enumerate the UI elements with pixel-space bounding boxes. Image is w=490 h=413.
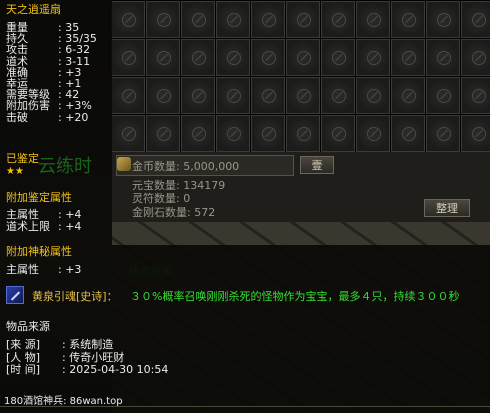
bag-slot[interactable] xyxy=(146,1,180,38)
bag-slot[interactable] xyxy=(286,1,320,38)
bag-slot[interactable] xyxy=(251,1,285,38)
store-button[interactable]: 壹 xyxy=(300,156,334,174)
bag-slot[interactable] xyxy=(356,1,390,38)
bag-slot[interactable] xyxy=(426,115,460,152)
bag-slot[interactable] xyxy=(146,115,180,152)
bag-slot[interactable] xyxy=(391,115,425,152)
sort-button[interactable]: 整理 xyxy=(424,199,470,217)
bag-slot[interactable] xyxy=(181,115,215,152)
bag-slot[interactable] xyxy=(286,77,320,114)
bag-slot[interactable] xyxy=(461,77,490,114)
bag-slot[interactable] xyxy=(181,1,215,38)
bag-slot[interactable] xyxy=(216,1,250,38)
bag-slot[interactable] xyxy=(391,77,425,114)
bag-slot[interactable] xyxy=(216,115,250,152)
bag-slot[interactable] xyxy=(321,77,355,114)
bag-slot[interactable] xyxy=(391,1,425,38)
bag-slot[interactable] xyxy=(146,77,180,114)
bag-slot[interactable] xyxy=(391,39,425,76)
bag-slot[interactable] xyxy=(356,77,390,114)
bag-slot[interactable] xyxy=(216,77,250,114)
bag-slot[interactable] xyxy=(251,115,285,152)
game-scene: 金币数量: 5,000,000 元宝数量: 134179 灵符数量: 0 金刚石… xyxy=(0,0,490,413)
bag-slot[interactable] xyxy=(426,39,460,76)
bag-slot[interactable] xyxy=(251,39,285,76)
bag-slot[interactable] xyxy=(216,39,250,76)
bag-slot[interactable] xyxy=(111,1,145,38)
bag-slot[interactable] xyxy=(286,39,320,76)
npc-label[interactable]: 神兵使者 xyxy=(128,263,172,279)
bag-slot[interactable] xyxy=(426,77,460,114)
bag-slot[interactable] xyxy=(181,39,215,76)
bag-slot[interactable] xyxy=(111,77,145,114)
bag-slot[interactable] xyxy=(321,1,355,38)
bag-slot[interactable] xyxy=(426,1,460,38)
bag-slot[interactable] xyxy=(321,39,355,76)
bag-slot[interactable] xyxy=(461,115,490,152)
bag-slot[interactable] xyxy=(181,77,215,114)
hidden-tag: SUFF xyxy=(56,40,79,50)
bag-slot[interactable] xyxy=(321,115,355,152)
bag-slot[interactable] xyxy=(356,39,390,76)
bag-slot[interactable] xyxy=(286,115,320,152)
floor-tiles xyxy=(112,222,490,413)
gold-coin-icon xyxy=(117,157,131,171)
bag-slot[interactable] xyxy=(461,39,490,76)
jingang-amount: 金刚石数量: 572 xyxy=(132,206,216,219)
bag-slot[interactable] xyxy=(146,39,180,76)
bag-slot[interactable] xyxy=(356,115,390,152)
gold-amount: 金币数量: 5,000,000 xyxy=(132,160,240,173)
bag-slot[interactable] xyxy=(111,115,145,152)
bag-slot[interactable] xyxy=(461,1,490,38)
bag-grid xyxy=(110,0,490,154)
bag-slot[interactable] xyxy=(251,77,285,114)
bag-slot[interactable] xyxy=(111,39,145,76)
